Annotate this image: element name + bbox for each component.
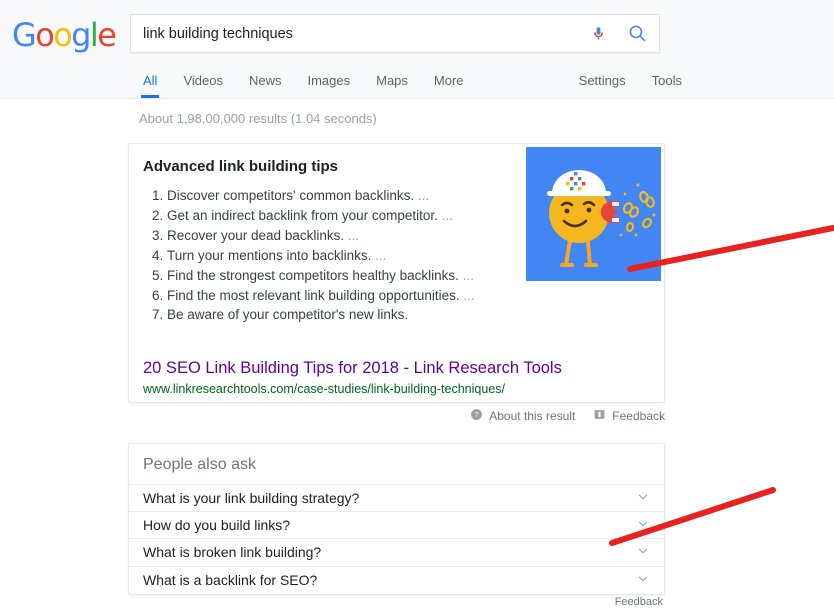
tabs-right-group: Settings Tools [566,66,695,98]
snippet-list-item: Turn your mentions into backlinks. ... [167,246,513,265]
tools-button[interactable]: Tools [639,66,695,98]
people-also-ask-question: How do you build links? [143,517,291,534]
logo-letter-l: l [89,16,99,54]
featured-snippet-card: Advanced link building tips Discover com… [128,143,665,486]
svg-text:?: ? [475,410,479,419]
people-also-ask-item[interactable]: What is broken link building? [129,539,664,567]
search-input[interactable] [131,25,581,42]
google-logo[interactable]: Google [12,16,117,54]
feedback-button[interactable]: Feedback [593,408,665,424]
snippet-list-item-text: Get an indirect backlink from your compe… [167,207,438,223]
tab-all[interactable]: All [130,66,170,98]
snippet-title: Advanced link building tips [143,158,339,175]
snippet-list-item: Find the most relevant link building opp… [167,286,513,305]
tab-more[interactable]: More [421,66,477,98]
snippet-item-ellipsis: ... [437,207,453,223]
people-also-ask-header: People also ask [129,444,664,485]
logo-letter-o1: o [35,16,55,54]
logo-letter-g2: g [71,16,91,54]
people-also-ask-question: What is your link building strategy? [143,490,360,507]
people-also-ask-item[interactable]: How do you build links? [129,512,664,540]
about-result-row: ? About this result Feedback [128,407,665,425]
chevron-down-icon[interactable] [636,517,650,534]
snippet-item-ellipsis: ... [371,247,387,263]
snippet-list-item-text: Recover your dead backlinks. [167,227,345,243]
search-tabs: All Videos News Images Maps More Setting… [130,66,690,99]
about-this-result-label: About this result [489,409,576,423]
people-also-ask-feedback[interactable]: Feedback [128,596,665,608]
tab-maps[interactable]: Maps [363,66,421,98]
page-header: Google All Videos [0,0,834,99]
snippet-list-item-text: Be aware of your competitor's new links. [167,307,409,323]
about-this-result-button[interactable]: ? About this result [470,408,575,424]
people-also-ask-list: What is your link building strategy? How … [129,485,664,594]
chevron-down-icon[interactable] [636,572,650,589]
search-results-page: Google All Videos [0,0,834,615]
result-stats: About 1,98,00,000 results (1.04 seconds) [139,111,377,126]
snippet-list-item-text: Find the strongest competitors healthy b… [167,267,459,283]
tab-news[interactable]: News [236,66,295,98]
snippet-list-item: Be aware of your competitor's new links. [167,305,513,324]
settings-button[interactable]: Settings [566,66,639,98]
snippet-item-ellipsis: ... [344,227,360,243]
snippet-list-item: Get an indirect backlink from your compe… [167,206,513,225]
snippet-list-item: Recover your dead backlinks. ... [167,226,513,245]
flag-icon [593,408,606,424]
snippet-item-ellipsis: ... [414,188,430,203]
snippet-result-url: www.linkresearchtools.com/case-studies/l… [143,382,505,396]
people-also-ask-question: What is broken link building? [143,544,322,561]
people-also-ask-item[interactable]: What is your link building strategy? [129,485,664,513]
link-building-mascot-illustration[interactable] [526,147,661,281]
snippet-item-ellipsis: ... [458,267,474,283]
logo-letter-g1: G [12,16,37,54]
tab-videos[interactable]: Videos [170,66,236,98]
logo-letter-o2: o [53,16,73,54]
snippet-list: Discover competitors' common backlinks. … [143,186,513,325]
tab-images[interactable]: Images [294,66,363,98]
snippet-list-item-text: Find the most relevant link building opp… [167,287,460,303]
snippet-list-item: Discover competitors' common backlinks. … [167,186,513,205]
search-submit-button[interactable] [615,15,659,53]
snippet-item-ellipsis: ... [459,287,475,303]
people-also-ask-question: What is a backlink for SEO? [143,572,318,589]
logo-letter-e: e [97,16,117,54]
people-also-ask-card: People also ask What is your link buildi… [128,443,665,595]
snippet-list-item-text: Turn your mentions into backlinks. [167,247,372,263]
chevron-down-icon[interactable] [636,544,650,561]
snippet-list-item-text: Discover competitors' common backlinks. [167,188,415,203]
search-box[interactable] [130,14,660,53]
chevron-down-icon[interactable] [636,490,650,507]
snippet-result-link[interactable]: 20 SEO Link Building Tips for 2018 - Lin… [143,359,562,378]
feedback-label: Feedback [612,409,665,423]
microphone-icon[interactable] [581,15,615,53]
people-also-ask-item[interactable]: What is a backlink for SEO? [129,567,664,594]
snippet-list-item: Find the strongest competitors healthy b… [167,266,513,285]
help-circle-icon: ? [470,408,483,424]
